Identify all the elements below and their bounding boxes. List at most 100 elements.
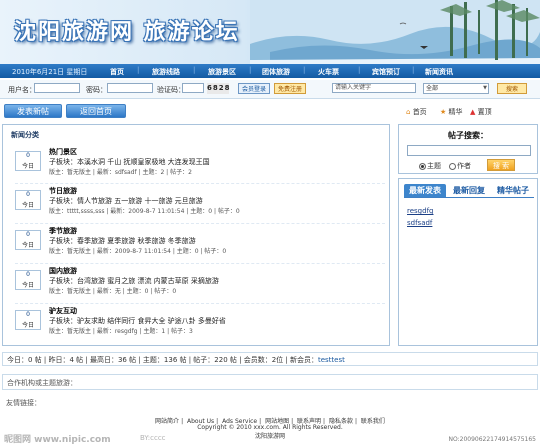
nav-hotel-booking[interactable]: 宾馆预订 bbox=[372, 67, 400, 77]
nav-group-tours[interactable]: 团体旅游 bbox=[262, 67, 290, 77]
category-row: 0 今日 驴友互动 子板块：驴友求助 结伴同行 食昇大全 驴途八卦 多曼好省 版主… bbox=[15, 303, 385, 338]
search-scope-value: 全部 bbox=[426, 85, 439, 92]
site-title: 沈阳旅游网 旅游论坛 bbox=[14, 20, 240, 45]
new-post-button[interactable]: 发表新帖 bbox=[4, 104, 62, 118]
latest-posts-panel: 最新发表 最新回复 精华帖子 resgdfg sdfsadf bbox=[398, 178, 538, 346]
captcha-label: 验证码： bbox=[157, 86, 185, 94]
search-by-subject-radio[interactable]: 主题 bbox=[419, 161, 441, 171]
captcha-image: 6828 bbox=[207, 83, 231, 94]
category-row: 0 今日 国内旅游 子板块：台湾旅游 蜜月之旅 漂流 内蒙古草原 采摘旅游 版主：… bbox=[15, 263, 385, 298]
category-meta: 版主：暂无版主 | 最新：sdfsadf | 主题：2 | 帖子：2 bbox=[49, 169, 192, 176]
post-search-button[interactable]: 搜 索 bbox=[487, 159, 515, 171]
footer-site-name: 沈阳旅游网 bbox=[254, 433, 285, 440]
category-name[interactable]: 季节旅游 bbox=[49, 226, 77, 236]
friend-links-label: 友情链接： bbox=[6, 399, 41, 407]
password-input[interactable] bbox=[107, 83, 153, 93]
today-count: 0 bbox=[26, 271, 30, 278]
arrow-up-icon: ▲ bbox=[470, 108, 476, 116]
latest-post-link[interactable]: sdfsadf bbox=[407, 219, 432, 227]
watermark-id: NO:20090622174914575165 bbox=[448, 436, 536, 443]
nav-travel-routes[interactable]: 旅游线路 bbox=[152, 67, 180, 77]
category-list: 0 今日 热门景区 子板块：本溪水洞 千山 抚顺皇家极地 大连发现王国 版主：暂无… bbox=[3, 143, 389, 343]
quick-digest-link[interactable]: ★ 精华 bbox=[440, 107, 463, 117]
quick-top-label: 置顶 bbox=[477, 108, 492, 116]
radio-label: 作者 bbox=[457, 162, 471, 170]
radio-unselected-icon bbox=[449, 162, 456, 170]
nav-separator: | bbox=[193, 66, 196, 74]
friend-links-row: 友情链接： bbox=[2, 396, 538, 410]
landscape-illustration bbox=[250, 0, 540, 64]
header-search-button[interactable]: 搜索 bbox=[497, 83, 527, 94]
nav-separator: | bbox=[137, 66, 140, 74]
tab-latest-replies[interactable]: 最新回复 bbox=[448, 184, 490, 197]
tab-latest-posts[interactable]: 最新发表 bbox=[404, 184, 446, 197]
chevron-down-icon: ▼ bbox=[483, 85, 487, 91]
quick-home-link[interactable]: ⌂ 首页 bbox=[406, 107, 427, 117]
radio-label: 主题 bbox=[427, 162, 441, 170]
login-button[interactable]: 会员登录 bbox=[238, 83, 270, 94]
quick-digest-label: 精华 bbox=[448, 108, 463, 116]
today-label: 今日 bbox=[21, 322, 34, 329]
search-scope-select[interactable]: 全部 ▼ bbox=[423, 83, 489, 94]
post-search-input[interactable] bbox=[407, 145, 531, 156]
today-count: 0 bbox=[26, 152, 30, 159]
nav-separator: | bbox=[358, 66, 361, 74]
captcha-input[interactable] bbox=[182, 83, 204, 93]
home-icon: ⌂ bbox=[406, 108, 411, 116]
nav-train-tickets[interactable]: 火车票 bbox=[318, 67, 339, 77]
username-input[interactable] bbox=[34, 83, 80, 93]
today-label: 今日 bbox=[21, 282, 34, 289]
category-subboards[interactable]: 子板块：台湾旅游 蜜月之旅 漂流 内蒙古草原 采摘旅游 bbox=[49, 276, 219, 286]
back-home-button[interactable]: 返回首页 bbox=[66, 104, 126, 118]
nav-scenic-spots[interactable]: 旅游景区 bbox=[208, 67, 236, 77]
category-subboards[interactable]: 子板块：本溪水洞 千山 抚顺皇家极地 大连发现王国 bbox=[49, 157, 210, 167]
category-meta: 版主：暂无版主 | 最新：2009-8-7 11:01:54 | 主题：0 | … bbox=[49, 248, 227, 255]
latest-post-link[interactable]: resgdfg bbox=[407, 207, 433, 215]
category-subboards[interactable]: 子板块：春季旅游 夏季旅游 秋季旅游 冬季旅游 bbox=[49, 236, 196, 246]
nav-news[interactable]: 新闻资讯 bbox=[425, 67, 453, 77]
main-nav: 2010年6月21日 星期日 首页 | 旅游线路 | 旅游景区 | 团体旅游 |… bbox=[0, 64, 540, 78]
category-row: 0 今日 季节旅游 子板块：春季旅游 夏季旅游 秋季旅游 冬季旅游 版主：暂无版主… bbox=[15, 223, 385, 258]
category-subboards[interactable]: 子板块：情人节旅游 五一旅游 十一旅游 元旦旅游 bbox=[49, 196, 203, 206]
category-meta: 版主：暂无版主 | 最新：无 | 主题：0 | 帖子：0 bbox=[49, 288, 177, 295]
category-meta: 版主：暂无版主 | 最新：resgdfg | 主题：1 | 帖子：3 bbox=[49, 328, 193, 335]
watermark-logo: 昵图网 www.nipic.com bbox=[4, 435, 111, 445]
today-count-box: 0 今日 bbox=[15, 151, 41, 171]
new-member-link[interactable]: testtest bbox=[318, 356, 345, 364]
today-label: 今日 bbox=[21, 163, 34, 170]
category-name[interactable]: 热门景区 bbox=[49, 147, 77, 157]
forum-stats: 今日：0 帖 | 昨日：4 帖 | 最高日：36 帖 | 主题：136 帖 | … bbox=[2, 352, 538, 366]
today-count: 0 bbox=[26, 311, 30, 318]
forum-stats-text: 今日：0 帖 | 昨日：4 帖 | 最高日：36 帖 | 主题：136 帖 | … bbox=[7, 356, 318, 364]
category-name[interactable]: 国内旅游 bbox=[49, 266, 77, 276]
category-name[interactable]: 驴友互动 bbox=[49, 306, 77, 316]
category-meta: 版主：ttttt,ssss,sss | 最新：2009-8-7 11:01:54… bbox=[49, 208, 240, 215]
category-row: 0 今日 热门景区 子板块：本溪水洞 千山 抚顺皇家极地 大连发现王国 版主：暂无… bbox=[15, 145, 385, 179]
search-by-author-radio[interactable]: 作者 bbox=[449, 161, 471, 171]
password-label: 密码： bbox=[86, 86, 107, 94]
keyword-search-input[interactable]: 请输入关键字 bbox=[332, 83, 416, 93]
nav-separator: | bbox=[412, 66, 415, 74]
today-count-box: 0 今日 bbox=[15, 230, 41, 250]
category-row: 0 今日 节日旅游 子板块：情人节旅游 五一旅游 十一旅游 元旦旅游 版主：ttt… bbox=[15, 183, 385, 218]
categories-title: 新闻分类 bbox=[11, 131, 39, 139]
tab-digest-posts[interactable]: 精华帖子 bbox=[492, 184, 534, 197]
today-count-box: 0 今日 bbox=[15, 190, 41, 210]
category-name[interactable]: 节日旅游 bbox=[49, 186, 77, 196]
quick-top-link[interactable]: ▲ 置顶 bbox=[470, 107, 492, 117]
username-label: 用户名： bbox=[8, 86, 36, 94]
watermark-author: BY:cccc bbox=[140, 434, 166, 442]
nav-home[interactable]: 首页 bbox=[110, 67, 124, 77]
nav-separator: | bbox=[249, 66, 252, 74]
post-search-title: 帖子搜索： bbox=[448, 131, 488, 140]
today-count-box: 0 今日 bbox=[15, 310, 41, 330]
partners-row: 合作机构或主题旅游： bbox=[2, 374, 538, 390]
login-bar: 用户名： 密码： 验证码： 6828 会员登录 免费注册 请输入关键字 全部 ▼ … bbox=[0, 80, 540, 99]
today-label: 今日 bbox=[21, 202, 34, 209]
register-button[interactable]: 免费注册 bbox=[274, 83, 306, 94]
today-label: 今日 bbox=[21, 242, 34, 249]
categories-panel: 新闻分类 0 今日 热门景区 子板块：本溪水洞 千山 抚顺皇家极地 大连发现王国 … bbox=[2, 124, 390, 346]
category-subboards[interactable]: 子板块：驴友求助 结伴同行 食昇大全 驴途八卦 多曼好省 bbox=[49, 316, 226, 326]
header-banner: 沈阳旅游网 旅游论坛 bbox=[0, 0, 540, 64]
current-date: 2010年6月21日 星期日 bbox=[12, 68, 88, 76]
